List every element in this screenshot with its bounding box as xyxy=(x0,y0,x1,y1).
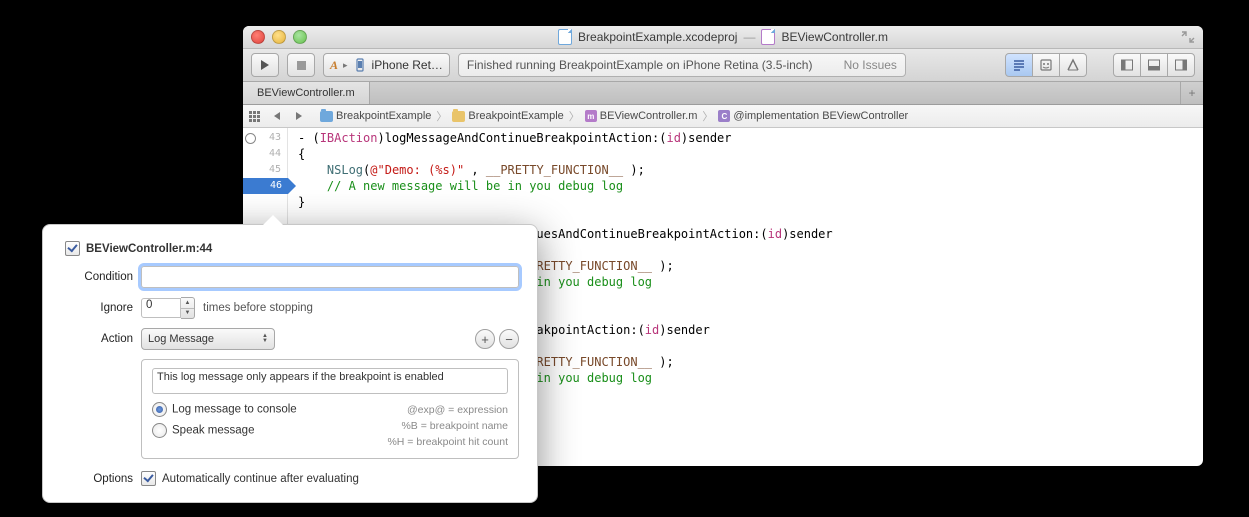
options-label: Options xyxy=(61,473,141,485)
window-title: BreakpointExample.xcodeproj — BEViewCont… xyxy=(243,29,1203,45)
breakpoint-location: BEViewController.m:44 xyxy=(86,243,212,255)
ignore-count-input[interactable]: 0 xyxy=(141,298,181,318)
title-separator: — xyxy=(743,30,755,44)
jump-bar: BreakpointExample 〉 BreakpointExample 〉 … xyxy=(243,105,1203,128)
tab-label: BEViewController.m xyxy=(257,87,355,99)
related-items-icon[interactable] xyxy=(249,111,260,122)
dropdown-arrows-icon: ▲▼ xyxy=(262,334,268,344)
minimize-window-button[interactable] xyxy=(272,30,286,44)
breadcrumb-sep: 〉 xyxy=(435,108,448,124)
active-breakpoint[interactable]: 46 xyxy=(243,178,288,194)
log-message-input[interactable]: This log message only appears if the bre… xyxy=(152,368,508,394)
traffic-lights xyxy=(251,30,307,44)
project-name: BreakpointExample.xcodeproj xyxy=(578,30,737,44)
condition-input[interactable] xyxy=(141,266,519,288)
nav-forward-button[interactable] xyxy=(296,112,302,120)
titlebar: BreakpointExample.xcodeproj — BEViewCont… xyxy=(243,26,1203,49)
close-window-button[interactable] xyxy=(251,30,265,44)
panel-toggle-group xyxy=(1113,53,1195,77)
remove-action-button[interactable]: − xyxy=(499,329,519,349)
m-file-icon: m xyxy=(585,110,597,122)
xcodeproj-icon xyxy=(558,29,572,45)
stepper-up-icon[interactable]: ▲ xyxy=(181,298,194,309)
m-file-icon xyxy=(761,29,775,45)
toolbar: A ▸ iPhone Ret… Finished running Breakpo… xyxy=(243,49,1203,82)
tab-bar: BEViewController.m + xyxy=(243,82,1203,105)
action-label: Action xyxy=(61,333,141,345)
zoom-window-button[interactable] xyxy=(293,30,307,44)
tab-file[interactable]: BEViewController.m xyxy=(243,82,370,104)
action-type-value: Log Message xyxy=(148,333,214,345)
assistant-editor-button[interactable] xyxy=(1032,53,1060,77)
standard-editor-button[interactable] xyxy=(1005,53,1033,77)
navigator-toggle[interactable] xyxy=(1113,53,1141,77)
action-type-dropdown[interactable]: Log Message ▲▼ xyxy=(141,328,275,350)
line-number[interactable]: 44 xyxy=(243,146,287,162)
file-name: BEViewController.m xyxy=(781,30,888,44)
debug-area-toggle[interactable] xyxy=(1140,53,1168,77)
auto-continue-checkbox[interactable] xyxy=(141,471,156,486)
device-icon xyxy=(353,58,367,72)
stop-button[interactable] xyxy=(287,53,315,77)
log-console-radio[interactable]: Log message to console xyxy=(152,402,297,417)
speak-message-radio[interactable]: Speak message xyxy=(152,423,297,438)
jump-symbol[interactable]: C@implementation BEViewController xyxy=(718,110,908,122)
editor-mode-group xyxy=(1005,53,1087,77)
breakpoint-editor-popover: BEViewController.m:44 Condition Ignore 0… xyxy=(42,224,538,503)
ignore-label: Ignore xyxy=(61,302,141,314)
chevron-right-icon: ▸ xyxy=(343,60,348,71)
ignore-suffix: times before stopping xyxy=(203,302,313,314)
log-action-panel: This log message only appears if the bre… xyxy=(141,359,519,459)
scheme-selector[interactable]: A ▸ iPhone Ret… xyxy=(323,53,450,77)
breakpoint-enabled-checkbox[interactable] xyxy=(65,241,80,256)
jump-group[interactable]: BreakpointExample xyxy=(452,110,563,122)
breadcrumb-sep: 〉 xyxy=(568,108,581,124)
jump-project[interactable]: BreakpointExample xyxy=(320,110,431,122)
popover-title-row: BEViewController.m:44 xyxy=(65,241,519,256)
line-number[interactable]: 43 xyxy=(243,130,287,146)
project-folder-icon xyxy=(320,111,333,122)
utilities-toggle[interactable] xyxy=(1167,53,1195,77)
run-button[interactable] xyxy=(251,53,279,77)
version-editor-button[interactable] xyxy=(1059,53,1087,77)
auto-continue-label: Automatically continue after evaluating xyxy=(162,473,359,485)
activity-viewer[interactable]: Finished running BreakpointExample on iP… xyxy=(458,53,906,77)
radio-icon xyxy=(152,423,167,438)
condition-label: Condition xyxy=(61,271,141,283)
stop-icon xyxy=(297,61,306,70)
line-number[interactable]: 45 xyxy=(243,162,287,178)
radio-icon xyxy=(152,402,167,417)
stepper-down-icon[interactable]: ▼ xyxy=(181,309,194,319)
activity-message: Finished running BreakpointExample on iP… xyxy=(467,58,813,72)
jump-file[interactable]: mBEViewController.m xyxy=(585,110,698,122)
fullscreen-icon[interactable] xyxy=(1181,31,1195,43)
nav-back-button[interactable] xyxy=(274,112,280,120)
ignore-stepper[interactable]: ▲▼ xyxy=(181,297,195,319)
group-folder-icon xyxy=(452,111,465,122)
app-icon: A xyxy=(330,58,338,73)
expression-hints: @exp@ = expression %B = breakpoint name … xyxy=(387,402,508,450)
breakpoint-indicator-icon[interactable] xyxy=(245,133,256,144)
class-icon: C xyxy=(718,110,730,122)
scheme-target: iPhone Ret… xyxy=(372,58,443,72)
add-action-button[interactable]: + xyxy=(475,329,495,349)
breadcrumb-sep: 〉 xyxy=(701,108,714,124)
play-icon xyxy=(261,60,269,70)
activity-status: No Issues xyxy=(844,58,897,72)
new-tab-button[interactable]: + xyxy=(1180,82,1203,104)
